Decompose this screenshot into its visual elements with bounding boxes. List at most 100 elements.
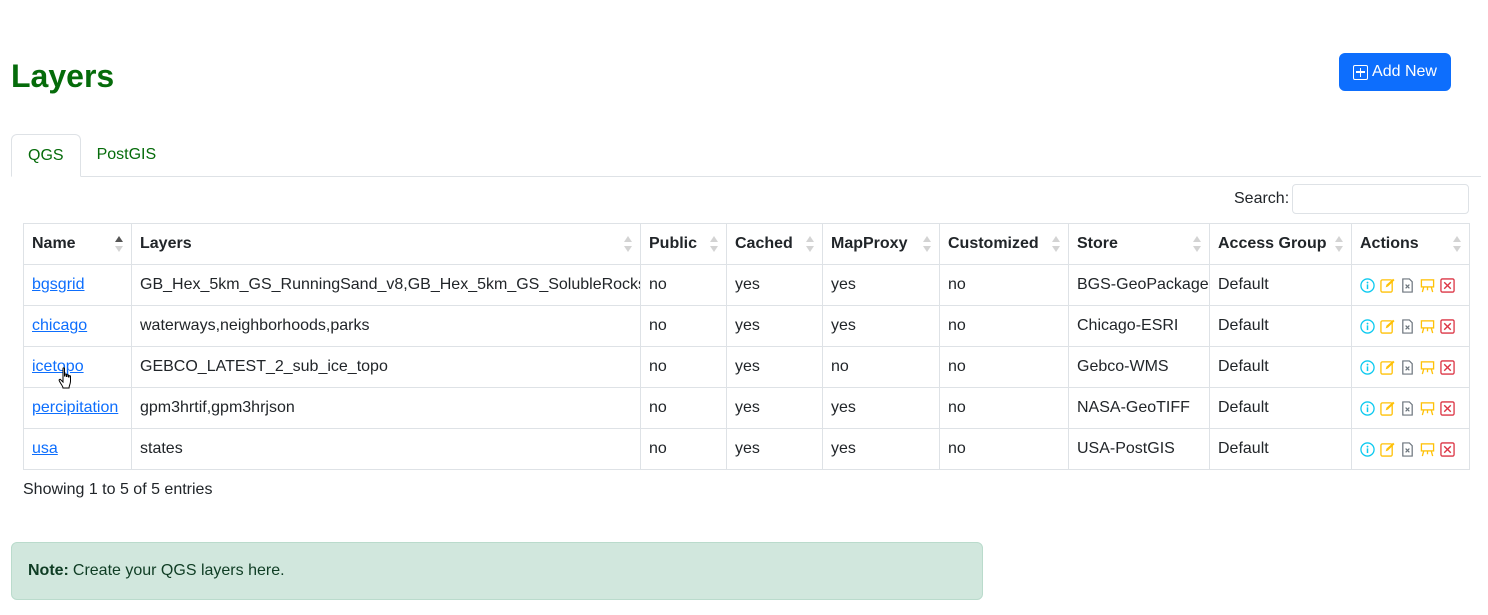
column-header-customized[interactable]: Customized: [939, 223, 1069, 265]
file-x-icon[interactable]: [1400, 277, 1415, 293]
close-icon[interactable]: [1440, 318, 1455, 334]
column-header-name[interactable]: Name: [23, 223, 132, 265]
cell-access-group: Default: [1209, 346, 1352, 388]
info-icon[interactable]: [1360, 400, 1375, 416]
cell-mapproxy: yes: [822, 305, 940, 347]
edit-icon[interactable]: [1380, 278, 1395, 293]
cell-layers: gpm3hrtif,gpm3hrjson: [131, 387, 641, 429]
tab-postgis[interactable]: PostGIS: [81, 134, 173, 176]
easel-icon[interactable]: [1420, 319, 1435, 334]
info-icon[interactable]: [1360, 359, 1375, 375]
close-icon[interactable]: [1440, 441, 1455, 457]
edit-icon[interactable]: [1380, 319, 1395, 334]
cell-name: usa: [23, 428, 132, 470]
table-row: chicago waterways,neighborhoods,parks no ye…: [23, 305, 1470, 347]
plus-square-icon: [1353, 64, 1369, 80]
layer-name-link[interactable]: bgsgrid: [32, 276, 84, 293]
tab-bar: QGS PostGIS: [11, 134, 1481, 177]
column-header-access-group[interactable]: Access Group: [1209, 223, 1352, 265]
cell-mapproxy: yes: [822, 428, 940, 470]
sort-icon: [1335, 236, 1343, 252]
column-header-actions[interactable]: Actions: [1351, 223, 1470, 265]
cell-actions: [1351, 346, 1470, 388]
cell-name: chicago: [23, 305, 132, 347]
sort-icon: [806, 236, 814, 252]
table-info: Showing 1 to 5 of 5 entries: [23, 481, 213, 498]
note-text: Create your QGS layers here.: [72, 562, 285, 579]
column-header-store[interactable]: Store: [1068, 223, 1210, 265]
column-header-cached[interactable]: Cached: [726, 223, 823, 265]
cell-store: Chicago-ESRI: [1068, 305, 1210, 347]
column-header-public[interactable]: Public: [640, 223, 727, 265]
cell-access-group: Default: [1209, 428, 1352, 470]
sort-ascending-icon: [115, 236, 123, 252]
file-x-icon[interactable]: [1400, 359, 1415, 375]
cell-mapproxy: no: [822, 346, 940, 388]
tab-qgs[interactable]: QGS: [11, 134, 81, 177]
cell-layers: GEBCO_LATEST_2_sub_ice_topo: [131, 346, 641, 388]
cell-public: no: [640, 346, 727, 388]
table-header-row: Name Layers Public Cached MapProxy Custo…: [23, 223, 1470, 265]
cell-customized: no: [939, 305, 1069, 347]
easel-icon[interactable]: [1420, 442, 1435, 457]
sort-icon: [710, 236, 718, 252]
cell-customized: no: [939, 428, 1069, 470]
easel-icon[interactable]: [1420, 401, 1435, 416]
edit-icon[interactable]: [1380, 442, 1395, 457]
cell-customized: no: [939, 264, 1069, 306]
sort-icon: [1052, 236, 1060, 252]
cell-cached: yes: [726, 264, 823, 306]
table-row: bgsgrid GB_Hex_5km_GS_RunningSand_v8,GB_H…: [23, 264, 1470, 306]
cell-cached: yes: [726, 428, 823, 470]
cell-customized: no: [939, 387, 1069, 429]
add-new-button[interactable]: Add New: [1339, 53, 1451, 91]
layer-name-link[interactable]: chicago: [32, 317, 87, 334]
cell-actions: [1351, 264, 1470, 306]
cell-layers: GB_Hex_5km_GS_RunningSand_v8,GB_Hex_5km_…: [131, 264, 641, 306]
layers-table: Name Layers Public Cached MapProxy Custo…: [23, 223, 1470, 470]
cell-name: percipitation: [23, 387, 132, 429]
close-icon[interactable]: [1440, 400, 1455, 416]
sort-icon: [1193, 236, 1201, 252]
info-icon[interactable]: [1360, 441, 1375, 457]
cell-store: Gebco-WMS: [1068, 346, 1210, 388]
easel-icon[interactable]: [1420, 360, 1435, 375]
cell-access-group: Default: [1209, 264, 1352, 306]
close-icon[interactable]: [1440, 277, 1455, 293]
layer-name-link[interactable]: percipitation: [32, 399, 118, 416]
cell-store: USA-PostGIS: [1068, 428, 1210, 470]
close-icon[interactable]: [1440, 359, 1455, 375]
sort-icon: [923, 236, 931, 252]
note-alert: Note: Create your QGS layers here.: [11, 542, 983, 600]
column-header-layers[interactable]: Layers: [131, 223, 641, 265]
file-x-icon[interactable]: [1400, 400, 1415, 416]
search-label: Search:: [1234, 190, 1290, 207]
sort-icon: [624, 236, 632, 252]
page-title: Layers: [11, 58, 115, 94]
info-icon[interactable]: [1360, 277, 1375, 293]
cell-cached: yes: [726, 346, 823, 388]
cell-store: NASA-GeoTIFF: [1068, 387, 1210, 429]
search-input[interactable]: [1292, 184, 1469, 214]
edit-icon[interactable]: [1380, 360, 1395, 375]
hand-pointer-cursor-icon: [58, 367, 71, 389]
sort-icon: [1453, 236, 1461, 252]
cell-access-group: Default: [1209, 305, 1352, 347]
add-new-label: Add New: [1372, 63, 1437, 80]
cell-actions: [1351, 387, 1470, 429]
easel-icon[interactable]: [1420, 278, 1435, 293]
cell-public: no: [640, 387, 727, 429]
table-row: usa states no yes yes no USA-PostGIS Default: [23, 428, 1470, 470]
layer-name-link[interactable]: usa: [32, 440, 58, 457]
column-header-mapproxy[interactable]: MapProxy: [822, 223, 940, 265]
file-x-icon[interactable]: [1400, 441, 1415, 457]
edit-icon[interactable]: [1380, 401, 1395, 416]
cell-access-group: Default: [1209, 387, 1352, 429]
file-x-icon[interactable]: [1400, 318, 1415, 334]
table-row: icetopo GEBCO_LATEST_2_sub_ice_topo no yes n…: [23, 346, 1470, 388]
info-icon[interactable]: [1360, 318, 1375, 334]
cell-cached: yes: [726, 305, 823, 347]
cell-actions: [1351, 428, 1470, 470]
cell-cached: yes: [726, 387, 823, 429]
cell-public: no: [640, 428, 727, 470]
